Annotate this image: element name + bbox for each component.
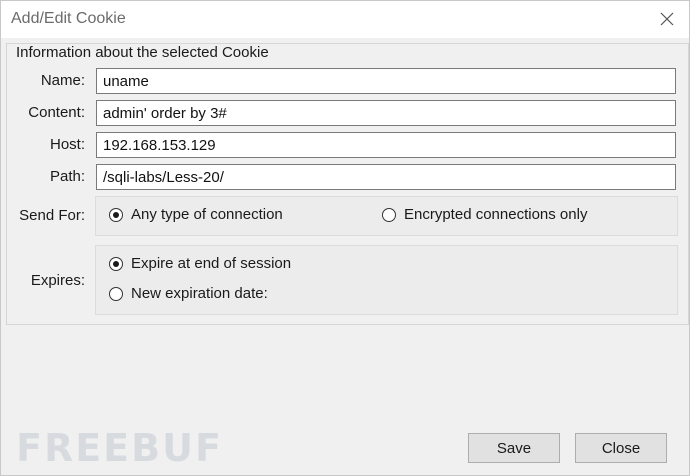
radio-selected-icon xyxy=(109,256,123,271)
path-field[interactable] xyxy=(96,164,676,190)
expires-label: Expires: xyxy=(30,272,85,289)
close-icon[interactable] xyxy=(657,9,677,29)
content-field[interactable] xyxy=(96,100,676,126)
send-for-label: Send For: xyxy=(19,207,85,224)
radio-new-expiration-label: New expiration date: xyxy=(131,285,268,302)
name-label: Name: xyxy=(40,72,85,89)
radio-new-expiration[interactable]: New expiration date: xyxy=(109,285,268,302)
radio-unselected-icon xyxy=(109,286,123,301)
add-edit-cookie-dialog: Add/Edit Cookie Information about the se… xyxy=(0,0,690,476)
radio-selected-icon xyxy=(109,207,123,222)
radio-any-connection-label: Any type of connection xyxy=(131,206,283,223)
content-label: Content: xyxy=(28,104,85,121)
save-button[interactable]: Save xyxy=(468,433,560,463)
radio-any-connection[interactable]: Any type of connection xyxy=(109,206,283,223)
title-bar: Add/Edit Cookie xyxy=(1,1,689,38)
path-label: Path: xyxy=(49,168,85,185)
name-field[interactable] xyxy=(96,68,676,94)
radio-expire-session-label: Expire at end of session xyxy=(131,255,292,272)
radio-expire-session[interactable]: Expire at end of session xyxy=(109,255,291,272)
radio-encrypted-only[interactable]: Encrypted connections only xyxy=(382,206,587,223)
radio-encrypted-only-label: Encrypted connections only xyxy=(404,206,588,223)
close-button[interactable]: Close xyxy=(575,433,667,463)
dialog-title: Add/Edit Cookie xyxy=(11,10,126,27)
host-label: Host: xyxy=(49,136,85,153)
radio-unselected-icon xyxy=(382,207,396,222)
group-title: Information about the selected Cookie xyxy=(14,44,271,61)
host-field[interactable] xyxy=(96,132,676,158)
freebuf-watermark: FREEBUF xyxy=(16,426,223,470)
